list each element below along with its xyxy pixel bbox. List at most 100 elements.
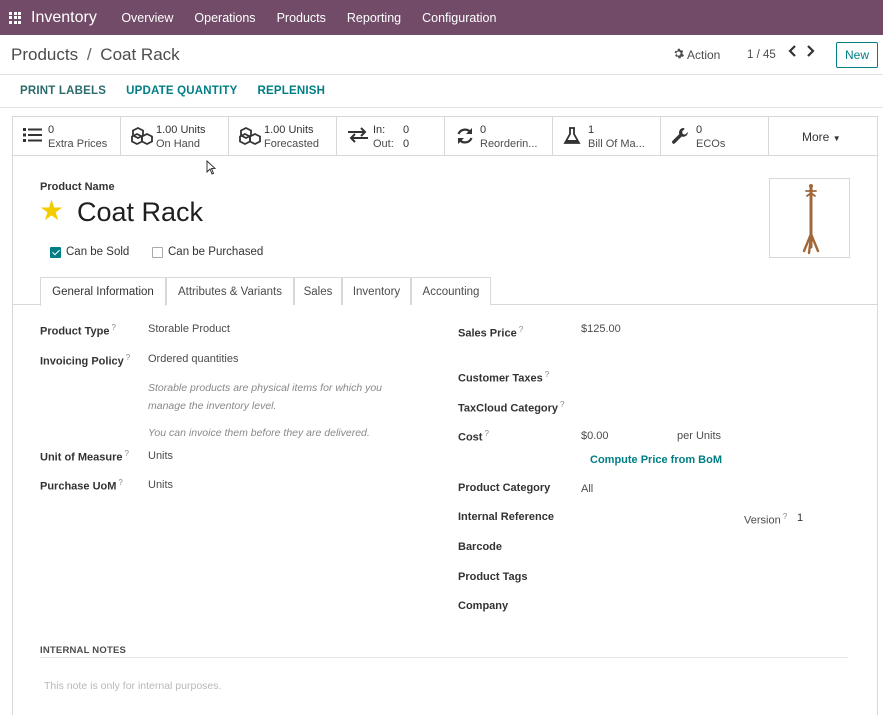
product-category-label: Product Category (458, 482, 551, 494)
more-label: More ▼ (802, 130, 841, 144)
out-label: Out: (373, 138, 394, 150)
caret-down-icon: ▼ (832, 134, 841, 143)
bom-stat-button[interactable]: 1 Bill Of Ma... (553, 117, 661, 156)
product-category-field[interactable]: All (581, 483, 593, 495)
menu-products[interactable]: Products (266, 11, 336, 25)
menu-operations[interactable]: Operations (184, 11, 266, 25)
action-label: Action (687, 48, 721, 62)
control-panel: Products / Coat Rack Action 1 / 45 New (0, 35, 883, 75)
purchase-uom-field[interactable]: Units (148, 479, 173, 491)
favorite-star-icon[interactable]: ★ (39, 197, 64, 225)
help-icon[interactable]: ? (560, 400, 564, 409)
form-sheet: 0 Extra Prices 1.00 Units On Hand 1.00 U… (12, 116, 878, 715)
list-icon (23, 127, 45, 147)
chevron-right-icon[interactable] (806, 44, 815, 60)
product-image[interactable] (769, 178, 850, 258)
help-icon[interactable]: ? (783, 512, 787, 521)
barcode-label: Barcode (458, 541, 503, 553)
pager-value[interactable]: 1 / 45 (747, 49, 776, 61)
ecos-value: 0 (696, 124, 703, 136)
reordering-label: Reorderin... (480, 138, 538, 150)
version-field[interactable]: 1 (797, 512, 803, 524)
cost-field[interactable]: $0.00 (581, 430, 609, 442)
breadcrumb-separator: / (86, 45, 92, 64)
gear-icon (673, 48, 684, 62)
chevron-left-icon[interactable] (788, 44, 797, 60)
internal-reference-label: Internal Reference (458, 511, 554, 523)
product-type-field[interactable]: Storable Product (148, 323, 230, 335)
menu-configuration[interactable]: Configuration (412, 11, 507, 25)
tab-general-information[interactable]: General Information (40, 277, 166, 306)
purchase-uom-label: Purchase UoM? (40, 478, 123, 493)
tab-accounting[interactable]: Accounting (411, 277, 491, 305)
internal-notes-field[interactable]: This note is only for internal purposes. (44, 680, 221, 692)
tab-sales[interactable]: Sales (294, 277, 342, 305)
reordering-value: 0 (480, 124, 487, 136)
help-icon[interactable]: ? (118, 478, 122, 487)
on-hand-stat-button[interactable]: 1.00 Units On Hand (121, 117, 229, 156)
flask-icon (563, 127, 585, 147)
menu-reporting[interactable]: Reporting (336, 11, 411, 25)
extra-prices-label: Extra Prices (48, 138, 108, 150)
mouse-cursor-icon (206, 160, 216, 175)
form-header-buttons: PRINT LABELS UPDATE QUANTITY REPLENISH (0, 75, 883, 108)
product-type-label: Product Type? (40, 323, 116, 338)
can-be-sold-label: Can be Sold (66, 246, 130, 258)
action-button[interactable]: Action (673, 48, 720, 62)
update-quantity-button[interactable]: UPDATE QUANTITY (116, 85, 247, 97)
breadcrumb: Products / Coat Rack (11, 45, 180, 65)
exchange-icon (347, 127, 369, 147)
sales-price-field[interactable]: $125.00 (581, 323, 621, 335)
bom-value: 1 (588, 124, 595, 136)
product-tags-label: Product Tags (458, 571, 528, 583)
customer-taxes-label: Customer Taxes? (458, 370, 550, 385)
uom-field[interactable]: Units (148, 450, 173, 462)
new-button[interactable]: New (836, 42, 878, 68)
can-be-sold-checkbox[interactable]: Can be Sold (50, 246, 129, 258)
app-name[interactable]: Inventory (31, 9, 97, 27)
uom-label: Unit of Measure? (40, 449, 129, 464)
tab-attributes-variants[interactable]: Attributes & Variants (166, 277, 294, 305)
forecasted-value: 1.00 Units (264, 124, 314, 136)
help-icon[interactable]: ? (545, 370, 549, 379)
breadcrumb-products-link[interactable]: Products (11, 45, 78, 64)
company-label: Company (458, 600, 509, 612)
compute-price-from-bom-button[interactable]: Compute Price from BoM (590, 454, 722, 466)
invoice-help-text: You can invoice them before they are del… (148, 427, 370, 439)
extra-prices-value: 0 (48, 124, 55, 136)
coat-rack-image (802, 184, 820, 255)
cubes-icon (131, 126, 153, 147)
menu-overview[interactable]: Overview (111, 11, 184, 25)
refresh-icon (455, 127, 477, 147)
help-icon[interactable]: ? (519, 325, 523, 334)
invoicing-policy-field[interactable]: Ordered quantities (148, 353, 239, 365)
bom-label: Bill Of Ma... (588, 138, 645, 150)
in-value: 0 (403, 124, 410, 136)
cost-label: Cost? (458, 429, 489, 444)
help-icon[interactable]: ? (125, 449, 129, 458)
in-out-stat-button[interactable]: In: 0 Out: 0 (337, 117, 445, 156)
help-icon[interactable]: ? (111, 323, 115, 332)
checkbox-unchecked-icon[interactable] (152, 246, 163, 258)
tab-inventory[interactable]: Inventory (342, 277, 411, 305)
forecasted-label: Forecasted (264, 138, 320, 150)
on-hand-value: 1.00 Units (156, 124, 206, 136)
storable-help-text: Storable products are physical items for… (148, 382, 383, 412)
print-labels-button[interactable]: PRINT LABELS (10, 85, 116, 97)
product-name-field[interactable]: Coat Rack (77, 197, 203, 228)
sales-price-label: Sales Price? (458, 325, 524, 340)
ecos-stat-button[interactable]: 0 ECOs (661, 117, 769, 156)
help-icon[interactable]: ? (484, 429, 488, 438)
breadcrumb-current: Coat Rack (100, 45, 180, 64)
forecasted-stat-button[interactable]: 1.00 Units Forecasted (229, 117, 337, 156)
help-icon[interactable]: ? (126, 353, 130, 362)
can-be-purchased-checkbox[interactable]: Can be Purchased (152, 246, 263, 258)
extra-prices-stat-button[interactable]: 0 Extra Prices (13, 117, 121, 156)
replenish-button[interactable]: REPLENISH (248, 85, 336, 97)
checkbox-checked-icon[interactable] (50, 246, 61, 258)
more-stat-button[interactable]: More ▼ (769, 117, 866, 156)
apps-menu-icon[interactable] (9, 11, 21, 24)
notes-separator (40, 657, 848, 658)
wrench-icon (671, 127, 693, 147)
reordering-stat-button[interactable]: 0 Reorderin... (445, 117, 553, 156)
